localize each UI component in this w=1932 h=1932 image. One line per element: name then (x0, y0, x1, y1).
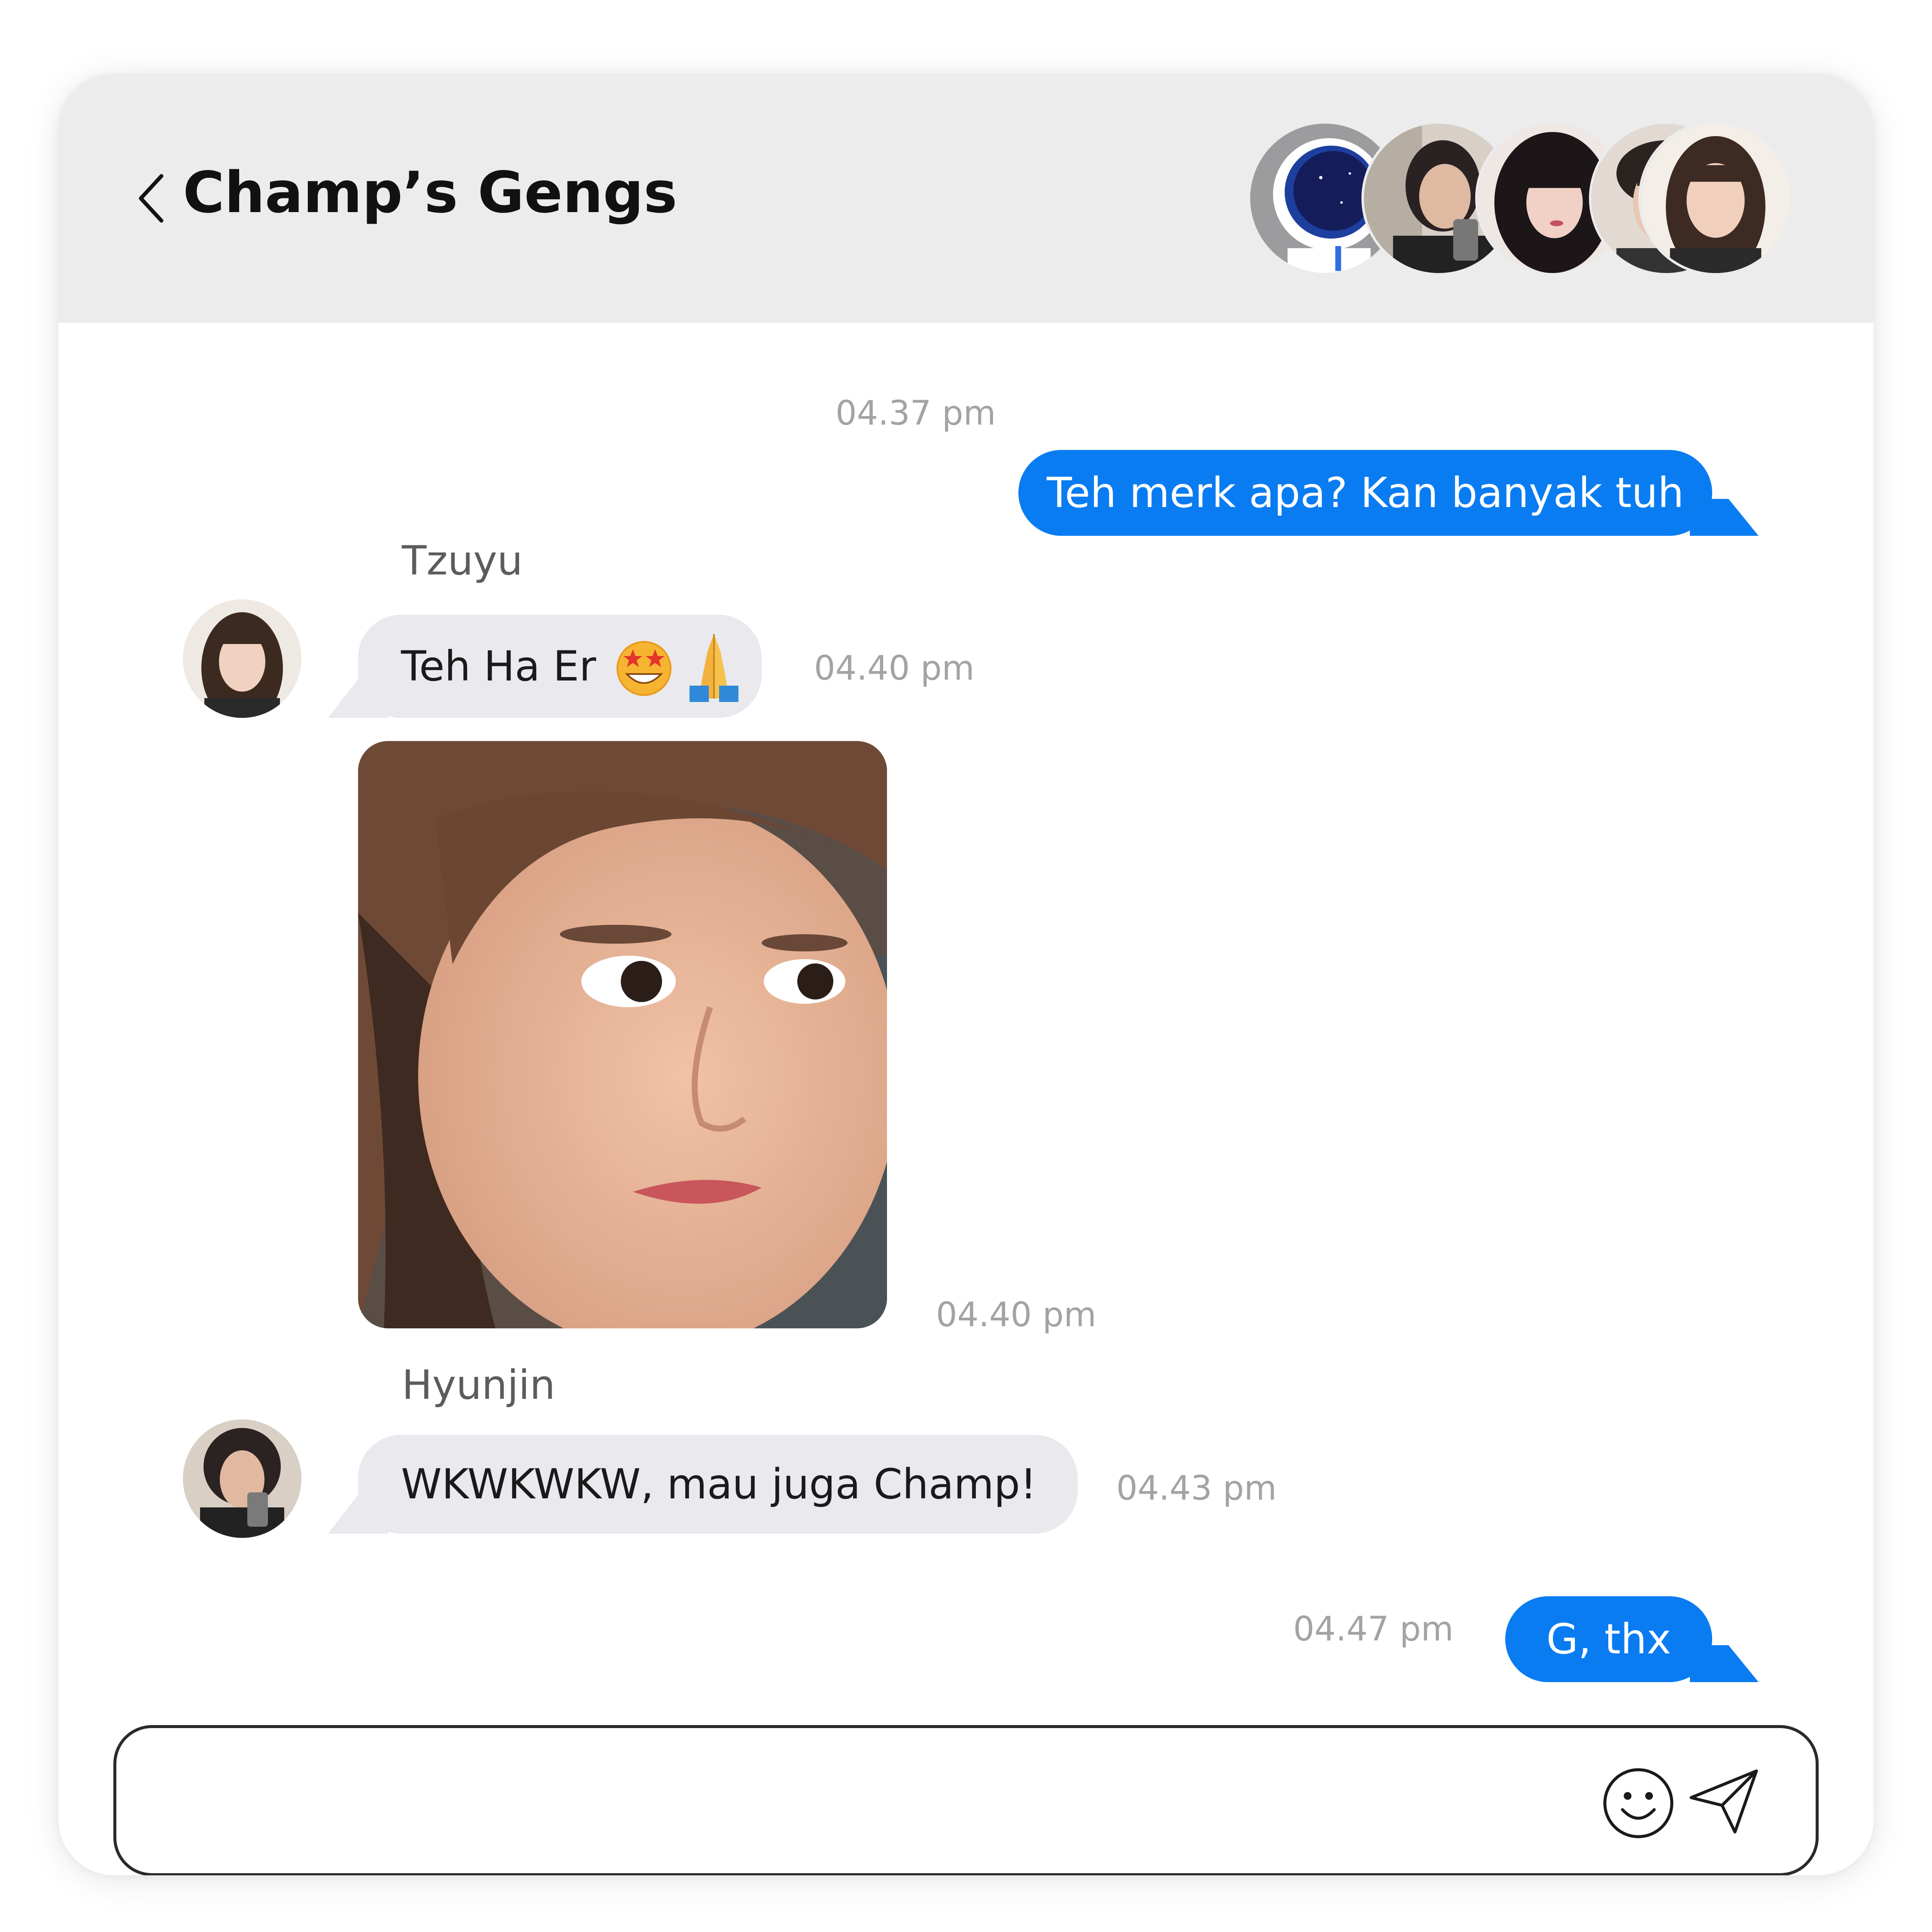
message-input[interactable] (151, 1754, 1610, 1848)
message-text: G, thx (1546, 1615, 1671, 1663)
message-timestamp: 04.40 pm (814, 649, 975, 688)
incoming-message-bubble[interactable]: Teh Ha Er (358, 615, 762, 718)
incoming-message-bubble[interactable]: WKWKWKW, mau juga Champ! (358, 1435, 1078, 1534)
bubble-tail (1690, 1645, 1759, 1682)
shared-photo[interactable] (358, 741, 887, 1328)
sender-name: Hyunjin (402, 1362, 556, 1409)
message-composer[interactable] (113, 1725, 1819, 1875)
message-timestamp: 04.40 pm (936, 1296, 1097, 1334)
chat-header: Champ’s Gengs (58, 74, 1874, 323)
sender-name: Tzuyu (402, 538, 523, 584)
tzuyu-avatar[interactable] (183, 599, 301, 718)
message-text: WKWKWKW, mau juga Champ! (401, 1460, 1037, 1508)
bubble-tail (1690, 499, 1759, 536)
folded-hands-emoji (690, 634, 739, 702)
message-timestamp: 04.37 pm (835, 394, 996, 433)
message-text: Teh Ha Er (401, 642, 596, 690)
hyunjin-avatar[interactable] (183, 1419, 301, 1538)
send-icon[interactable] (1688, 1768, 1761, 1836)
message-text: Teh merk apa? Kan banyak tuh (1046, 469, 1684, 517)
star-struck-emoji (617, 641, 672, 696)
message-timestamp: 04.43 pm (1116, 1469, 1277, 1508)
bubble-tail (328, 679, 388, 718)
message-list[interactable]: 04.37 pm Teh merk apa? Kan banyak tuh Tz… (58, 323, 1874, 1875)
bubble-tail (328, 1495, 388, 1534)
group-title[interactable]: Champ’s Gengs (183, 160, 677, 226)
chat-window: Champ’s Gengs 04.37 pm Teh merk apa? Kan… (58, 74, 1874, 1875)
member-avatars[interactable] (1192, 121, 1793, 276)
outgoing-message-bubble[interactable]: G, thx (1505, 1596, 1712, 1682)
chevron-left-icon[interactable] (131, 173, 174, 224)
tzuyu-avatar[interactable] (1638, 121, 1793, 276)
message-timestamp: 04.47 pm (1293, 1610, 1454, 1649)
outgoing-message-bubble[interactable]: Teh merk apa? Kan banyak tuh (1018, 450, 1712, 536)
smiley-icon[interactable] (1602, 1767, 1675, 1840)
